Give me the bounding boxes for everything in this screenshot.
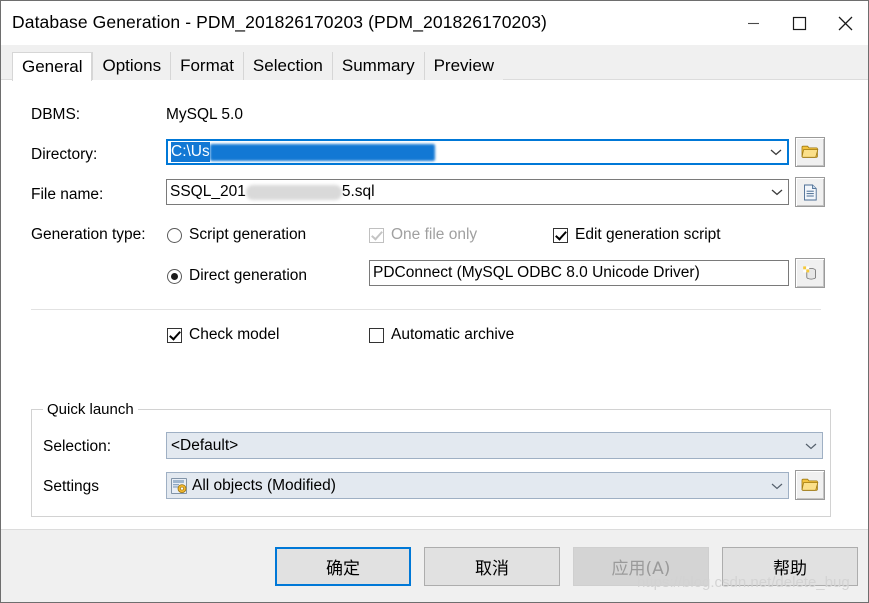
settings-chevron-down-icon[interactable] — [770, 481, 784, 491]
close-button[interactable] — [822, 1, 868, 45]
cancel-button[interactable]: 取消 — [424, 547, 560, 586]
selection-label: Selection: — [43, 438, 112, 455]
title-bar: Database Generation - PDM_201826170203 (… — [1, 1, 868, 45]
radio-script-generation[interactable]: Script generation — [167, 226, 306, 244]
filename-suffix: 5.sql — [341, 183, 375, 200]
database-icon — [802, 265, 816, 280]
checkbox-check-model[interactable]: Check model — [167, 326, 279, 344]
selection-value: <Default> — [171, 436, 239, 454]
folder-icon — [801, 478, 819, 491]
quick-launch-group — [31, 409, 831, 517]
checkbox-edit-generation-script[interactable]: Edit generation script — [553, 226, 721, 244]
tab-general[interactable]: General — [12, 52, 93, 81]
window-title: Database Generation - PDM_201826170203 (… — [12, 12, 547, 32]
directory-browse-button[interactable] — [795, 137, 825, 167]
tab-list: General Options Format Selection Summary… — [12, 52, 504, 81]
dbms-value: MySQL 5.0 — [166, 106, 243, 123]
tab-summary[interactable]: Summary — [331, 52, 424, 80]
checkbox-automatic-archive[interactable]: Automatic archive — [369, 326, 514, 344]
checkbox-automatic-archive-label: Automatic archive — [391, 326, 515, 343]
filename-combo[interactable]: SSQL_201 5.sql — [166, 179, 789, 205]
filename-redaction — [245, 184, 342, 200]
checkbox-check-model-indicator — [167, 327, 182, 343]
settings-combo[interactable]: All objects (Modified) — [166, 472, 789, 499]
checkbox-check-model-label: Check model — [189, 326, 280, 343]
maximize-icon — [792, 16, 806, 30]
apply-button: 应用(A) — [573, 547, 709, 586]
minimize-icon — [747, 22, 759, 24]
filename-prefix: SSQL_201 — [170, 183, 246, 200]
checkbox-automatic-archive-indicator — [369, 327, 384, 343]
maximize-button[interactable] — [776, 1, 822, 45]
folder-icon — [801, 145, 819, 158]
radio-direct-generation-indicator — [167, 268, 182, 284]
directory-label: Directory: — [31, 146, 98, 163]
section-divider — [31, 309, 821, 310]
directory-chevron-down-icon[interactable] — [769, 147, 783, 157]
settings-label: Settings — [43, 478, 100, 495]
selection-chevron-down-icon[interactable] — [804, 441, 818, 451]
dbms-label: DBMS: — [31, 106, 81, 123]
tab-selection[interactable]: Selection — [242, 52, 332, 80]
tab-preview[interactable]: Preview — [423, 52, 504, 80]
selection-combo[interactable]: <Default> — [166, 432, 823, 459]
radio-direct-generation[interactable]: Direct generation — [167, 267, 307, 285]
document-icon — [803, 184, 817, 200]
window-controls — [730, 1, 868, 45]
tab-strip: General Options Format Selection Summary… — [1, 45, 868, 81]
generation-type-label: Generation type: — [31, 226, 146, 243]
filename-chevron-down-icon[interactable] — [770, 187, 784, 197]
directory-redaction — [209, 143, 435, 161]
dialog-footer: 确定 取消 应用(A) 帮助 — [1, 529, 868, 602]
radio-script-generation-label: Script generation — [189, 226, 307, 243]
settings-gear-icon — [171, 477, 187, 494]
radio-script-generation-indicator — [167, 227, 182, 243]
tab-options[interactable]: Options — [92, 52, 171, 80]
checkbox-edit-generation-script-label: Edit generation script — [575, 226, 721, 243]
directory-value: C:\Us — [171, 142, 210, 162]
quick-launch-group-title: Quick launch — [43, 401, 138, 418]
help-button[interactable]: 帮助 — [722, 547, 858, 586]
connection-value: PDConnect (MySQL ODBC 8.0 Unicode Driver… — [373, 264, 700, 281]
tab-format[interactable]: Format — [170, 52, 243, 80]
settings-browse-button[interactable] — [795, 470, 825, 500]
settings-value: All objects (Modified) — [192, 476, 336, 494]
database-generation-dialog: Database Generation - PDM_201826170203 (… — [0, 0, 869, 603]
ok-button[interactable]: 确定 — [275, 547, 411, 586]
radio-direct-generation-label: Direct generation — [189, 267, 308, 284]
checkbox-one-file-only-indicator — [369, 227, 384, 243]
checkbox-edit-generation-script-indicator — [553, 227, 568, 243]
connection-configure-button[interactable] — [795, 258, 825, 288]
minimize-button[interactable] — [730, 1, 776, 45]
close-icon — [838, 16, 852, 30]
checkbox-one-file-only: One file only — [369, 226, 477, 244]
filename-label: File name: — [31, 186, 104, 203]
checkbox-one-file-only-label: One file only — [391, 226, 478, 243]
directory-combo[interactable]: C:\Us — [166, 139, 789, 165]
filename-browse-button[interactable] — [795, 177, 825, 207]
general-tab-panel: DBMS: MySQL 5.0 Directory: C:\Us File na… — [1, 80, 868, 529]
connection-field[interactable]: PDConnect (MySQL ODBC 8.0 Unicode Driver… — [369, 260, 789, 286]
